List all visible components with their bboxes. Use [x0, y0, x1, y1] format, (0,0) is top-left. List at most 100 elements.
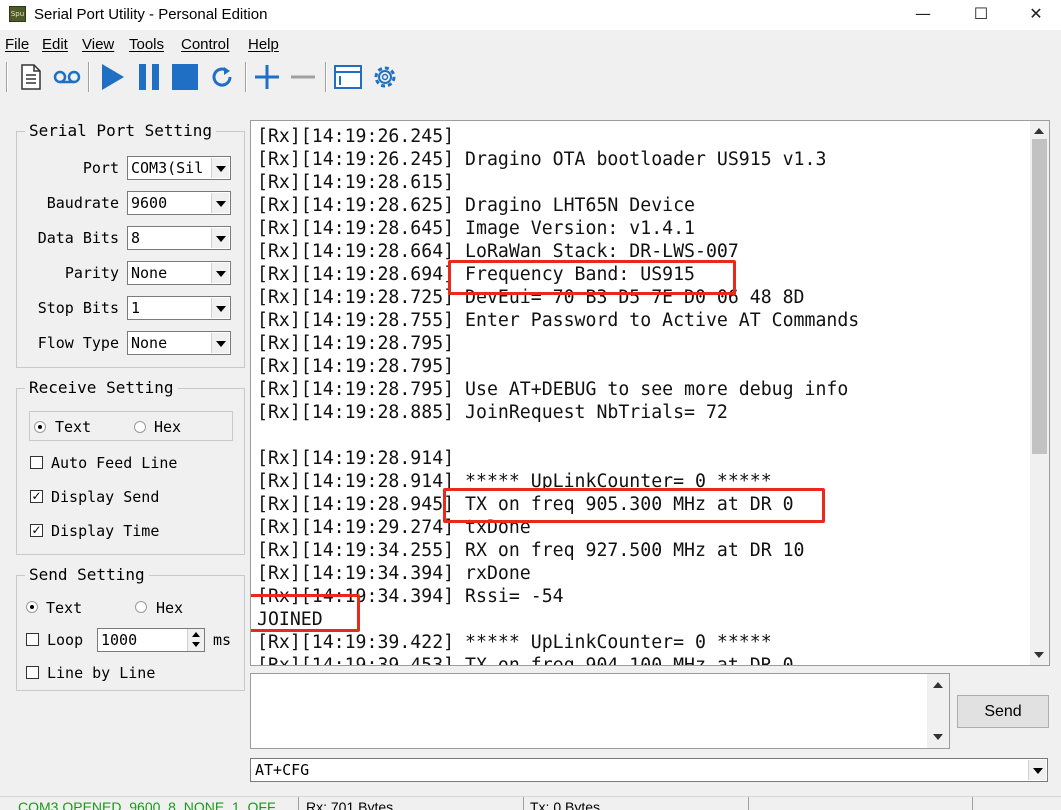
loop-label: Loop [47, 631, 84, 649]
status-bar: COM3 OPENED, 9600, 8, NONE, 1, OFF Rx: 7… [0, 796, 1061, 810]
status-divider [748, 797, 749, 810]
send-text-radio[interactable] [26, 601, 38, 613]
log-line: [Rx][14:19:34.394] rxDone [257, 563, 531, 584]
baudrate-label: Baudrate [46, 194, 119, 212]
rx-bytes: Rx: 701 Bytes [306, 799, 394, 810]
log-line: [Rx][14:19:39.422] ***** UpLinkCounter= … [257, 632, 772, 653]
send-hex-label: Hex [156, 599, 184, 617]
menu-file[interactable]: File [5, 36, 29, 53]
parity-label: Parity [64, 264, 119, 282]
log-line: [Rx][14:19:28.945] TX on freq 905.300 MH… [257, 494, 794, 515]
display-send-checkbox[interactable]: ✓ [30, 490, 43, 503]
title-bar: Spu Serial Port Utility - Personal Editi… [0, 0, 1061, 30]
receive-mode-box: Text Hex [29, 411, 233, 441]
menu-help[interactable]: Help [248, 36, 279, 53]
status-divider [523, 797, 524, 810]
send-button[interactable]: Send [957, 695, 1049, 728]
toolbar-separator [325, 62, 327, 92]
baudrate-select[interactable]: 9600 [127, 191, 231, 215]
log-line: [Rx][14:19:26.245] [257, 126, 455, 147]
command-combo[interactable]: AT+CFG [250, 758, 1048, 782]
tx-bytes: Tx: 0 Bytes [530, 799, 601, 810]
data-bits-select[interactable]: 8 [127, 226, 231, 250]
chevron-down-icon [211, 158, 229, 178]
receive-log[interactable]: [Rx][14:19:26.245] [Rx][14:19:26.245] Dra… [250, 120, 1050, 666]
menu-control[interactable]: Control [181, 36, 229, 53]
menu-view[interactable]: View [82, 36, 114, 53]
record-icon[interactable] [52, 62, 82, 92]
scrollbar-thumb[interactable] [1032, 139, 1047, 454]
remove-icon[interactable] [288, 62, 318, 92]
log-line: [Rx][14:19:28.645] Image Version: v1.4.1 [257, 218, 695, 239]
log-line: [Rx][14:19:28.885] JoinRequest NbTrials=… [257, 402, 728, 423]
log-line: [Rx][14:19:29.274] txDone [257, 517, 531, 538]
receive-text-radio[interactable] [34, 421, 46, 433]
scroll-down-icon[interactable] [933, 734, 943, 740]
line-by-line-label: Line by Line [47, 664, 156, 682]
stop-bits-value: 1 [131, 299, 141, 317]
port-value: COM3(Sil [131, 159, 204, 177]
settings-gear-icon[interactable] [370, 62, 400, 92]
port-select[interactable]: COM3(Sil [127, 156, 231, 180]
send-input[interactable] [250, 673, 950, 749]
chevron-down-icon [192, 642, 200, 647]
send-hex-radio[interactable] [135, 601, 147, 613]
log-line: [Rx][14:19:28.625] Dragino LHT65N Device [257, 195, 695, 216]
auto-feed-line-label: Auto Feed Line [51, 454, 178, 472]
stop-bits-label: Stop Bits [37, 299, 119, 317]
close-button[interactable]: ✕ [1013, 0, 1059, 30]
data-bits-label: Data Bits [37, 229, 119, 247]
stop-icon[interactable] [170, 62, 200, 92]
log-line: [Rx][14:19:34.394] Rssi= -54 [257, 586, 564, 607]
loop-checkbox[interactable] [26, 633, 39, 646]
refresh-icon[interactable] [207, 62, 237, 92]
log-line: [Rx][14:19:39.453] TX on freq 904.100 MH… [257, 655, 794, 666]
log-line: [Rx][14:19:28.664] LoRaWan Stack: DR-LWS… [257, 241, 739, 262]
send-text-label: Text [46, 599, 83, 617]
chevron-down-icon [211, 193, 229, 213]
play-icon[interactable] [97, 62, 127, 92]
toolbar-separator [6, 62, 8, 92]
scroll-up-icon[interactable] [1034, 128, 1044, 134]
scroll-up-icon[interactable] [933, 682, 943, 688]
command-value: AT+CFG [255, 761, 310, 779]
window-icon[interactable] [333, 62, 363, 92]
menu-edit[interactable]: Edit [42, 36, 68, 53]
log-line: [Rx][14:19:28.755] Enter Password to Act… [257, 310, 860, 331]
serial-port-setting-group: Serial Port Setting Port COM3(Sil Baudra… [16, 121, 245, 368]
log-line: [Rx][14:19:28.914] ***** UpLinkCounter= … [257, 471, 772, 492]
flow-type-label: Flow Type [37, 334, 119, 352]
add-icon[interactable] [252, 62, 282, 92]
loop-interval-stepper[interactable]: 1000 [97, 628, 205, 652]
line-by-line-checkbox[interactable] [26, 666, 39, 679]
log-line: [Rx][14:19:28.615] [257, 172, 455, 193]
flow-type-select[interactable]: None [127, 331, 231, 355]
display-time-label: Display Time [51, 522, 160, 540]
group-title: Serial Port Setting [25, 121, 217, 140]
log-line: [Rx][14:19:34.255] RX on freq 927.500 MH… [257, 540, 805, 561]
window-title: Serial Port Utility - Personal Edition [34, 6, 268, 23]
receive-hex-radio[interactable] [134, 421, 146, 433]
chevron-down-icon[interactable] [1028, 760, 1046, 780]
send-setting-group: Send Setting Text Hex Loop 1000 ms Line … [16, 565, 245, 691]
log-scrollbar[interactable] [1030, 121, 1049, 665]
log-lines: [Rx][14:19:26.245] [Rx][14:19:26.245] Dra… [257, 125, 860, 666]
maximize-button[interactable]: ☐ [958, 0, 1004, 30]
log-line: [Rx][14:19:28.725] DevEui= 70 B3 D5 7E D… [257, 287, 805, 308]
toolbar [0, 58, 1061, 96]
stepper-buttons[interactable] [187, 629, 204, 651]
send-input-scrollbar[interactable] [927, 674, 949, 748]
pause-icon[interactable] [134, 62, 164, 92]
log-line: JOINED [257, 609, 323, 630]
menu-tools[interactable]: Tools [129, 36, 164, 53]
parity-select[interactable]: None [127, 261, 231, 285]
new-file-icon[interactable] [16, 62, 46, 92]
auto-feed-line-checkbox[interactable] [30, 456, 43, 469]
minimize-button[interactable]: — [900, 0, 946, 30]
toolbar-separator [245, 62, 247, 92]
status-divider [298, 797, 299, 810]
scroll-down-icon[interactable] [1034, 652, 1044, 658]
stop-bits-select[interactable]: 1 [127, 296, 231, 320]
display-time-checkbox[interactable]: ✓ [30, 524, 43, 537]
loop-unit-label: ms [213, 631, 232, 649]
